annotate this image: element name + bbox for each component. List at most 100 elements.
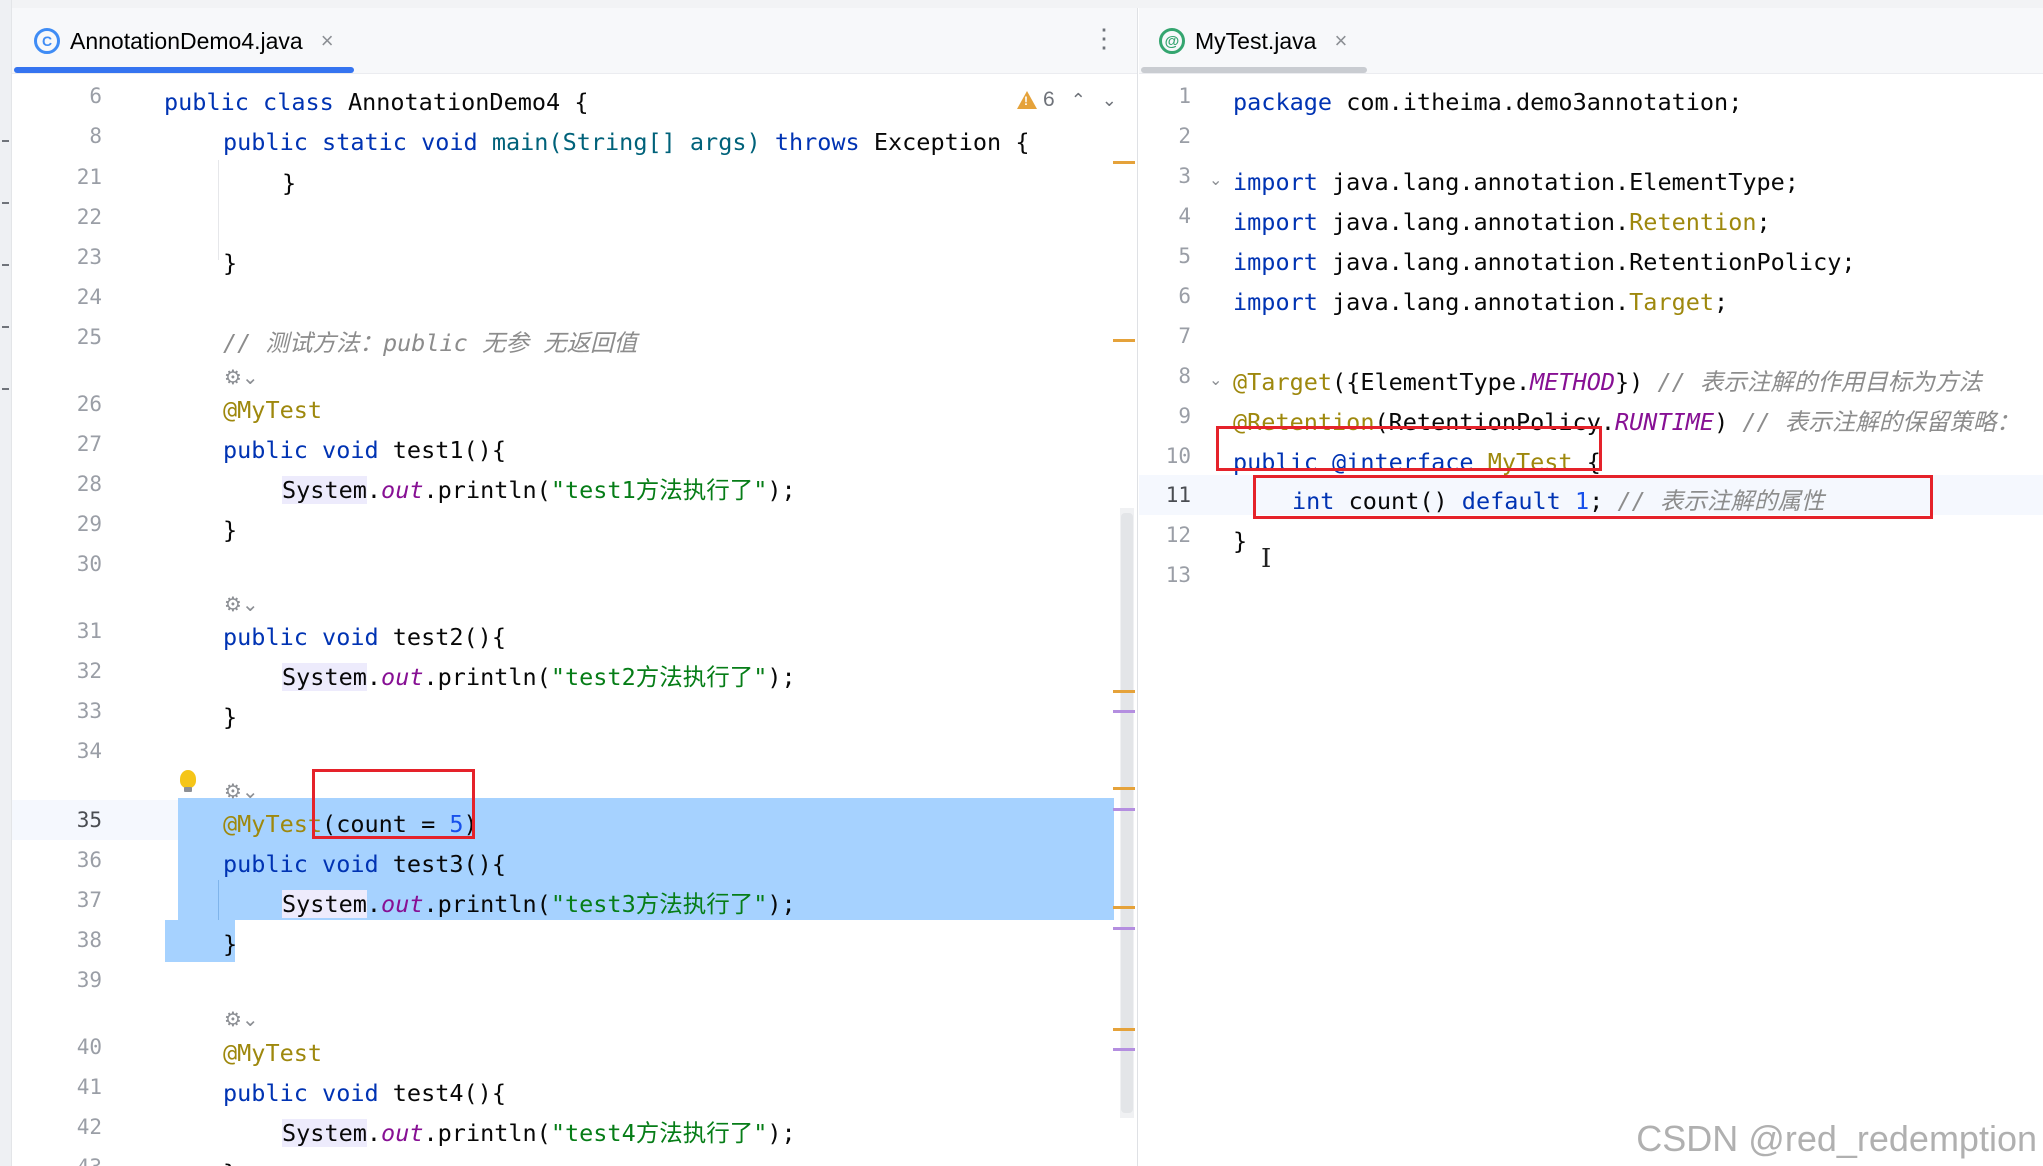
code-text: .println( — [423, 663, 551, 691]
run-test-icon[interactable]: ⚙⌄ — [224, 362, 259, 392]
code-text: ({ElementType. — [1332, 368, 1531, 396]
code-line: } — [1233, 527, 1248, 555]
code-method: main(String[] args) — [477, 128, 775, 156]
tab-label: AnnotationDemo4.java — [70, 27, 303, 54]
chevron-up-icon[interactable]: ⌃ — [1071, 90, 1086, 111]
line-number: 12 — [1165, 523, 1191, 547]
run-test-icon[interactable]: ⚙⌄ — [224, 1004, 259, 1034]
code-line: } — [223, 1153, 237, 1166]
code-field: out — [381, 476, 424, 504]
code-line: } — [223, 249, 238, 277]
code-line: public class AnnotationDemo4 { — [164, 82, 588, 122]
line-number: 21 — [76, 165, 102, 189]
code-keyword: public — [223, 850, 308, 878]
code-class: System — [282, 663, 367, 691]
code-text: Exception { — [859, 128, 1030, 156]
right-editor-pane: @ MyTest.java × 1 2 3 4 5 6 7 8 9 10 11 … — [1139, 8, 2043, 1166]
warning-marker[interactable] — [1113, 339, 1135, 342]
line-number: 3 — [1178, 164, 1191, 188]
code-line: public static void main(String[] args) t… — [223, 122, 1029, 162]
left-editor-pane: C AnnotationDemo4.java × ⋮ 6 ⌃ ⌄ 6 8 21 … — [12, 8, 1138, 1166]
project-tool-strip — [0, 0, 12, 1166]
code-text: ; — [1756, 208, 1771, 236]
code-string: "test2方法执行了" — [550, 663, 768, 691]
line-number: 10 — [1165, 444, 1191, 468]
code-class: System — [282, 476, 367, 504]
code-keyword: void — [322, 1079, 379, 1107]
line-number: 31 — [76, 619, 102, 643]
code-keyword: class — [263, 88, 334, 116]
tab-mytest[interactable]: @ MyTest.java × — [1159, 8, 1347, 74]
tab-label: MyTest.java — [1195, 27, 1317, 54]
line-number: 30 — [76, 552, 102, 576]
code-text: test4(){ — [378, 1079, 506, 1107]
line-number: 8 — [89, 124, 102, 148]
run-test-icon[interactable]: ⚙⌄ — [224, 589, 259, 619]
indent-guide — [218, 160, 219, 260]
tab-indicator — [1141, 67, 1367, 73]
warning-marker[interactable] — [1113, 690, 1135, 693]
code-field: RUNTIME — [1615, 408, 1715, 436]
usage-marker[interactable] — [1113, 1048, 1135, 1051]
code-keyword: void — [421, 128, 478, 156]
left-tab-bar: C AnnotationDemo4.java × ⋮ — [12, 8, 1137, 74]
code-text: . — [366, 1119, 382, 1147]
close-icon[interactable]: × — [1334, 28, 1347, 54]
code-annotation: Retention — [1629, 208, 1757, 236]
close-icon[interactable]: × — [321, 28, 334, 54]
code-text: java.lang.annotation. — [1317, 288, 1630, 316]
text-cursor-icon: I — [1261, 544, 1272, 574]
line-number: 29 — [76, 512, 102, 536]
code-line: } — [223, 703, 238, 731]
warning-icon — [1017, 91, 1037, 109]
code-keyword: static — [322, 128, 407, 156]
line-number: 24 — [76, 285, 102, 309]
code-line: System.out.println("test4方法执行了"); — [282, 1113, 796, 1153]
line-number: 28 — [76, 472, 102, 496]
usage-marker[interactable] — [1113, 710, 1135, 713]
line-number: 5 — [1178, 244, 1191, 268]
warning-marker[interactable] — [1113, 787, 1135, 790]
code-text: test3(){ — [378, 850, 506, 878]
tool-strip-tick — [2, 326, 9, 328]
code-annotation: @MyTest — [223, 396, 323, 424]
usage-marker[interactable] — [1113, 927, 1135, 930]
code-keyword: void — [322, 623, 379, 651]
warning-marker[interactable] — [1113, 161, 1135, 164]
code-string: "test1方法执行了" — [550, 476, 768, 504]
code-annotation: @MyTest — [223, 810, 323, 838]
code-text: java.lang.annotation.RetentionPolicy; — [1317, 248, 1856, 276]
run-test-icon[interactable]: ⚙⌄ — [224, 776, 259, 806]
fold-icon[interactable]: ⌄ — [1209, 370, 1222, 389]
lightbulb-icon[interactable] — [180, 770, 196, 792]
code-line: import java.lang.annotation.Retention; — [1233, 202, 1771, 242]
warning-marker[interactable] — [1113, 906, 1135, 909]
line-number: 36 — [76, 848, 102, 872]
more-options-icon[interactable]: ⋮ — [1091, 25, 1117, 51]
code-class: System — [282, 890, 367, 918]
code-class: System — [282, 1119, 367, 1147]
code-line: public void test4(){ — [223, 1073, 506, 1113]
code-text: test2(){ — [378, 623, 506, 651]
code-line: import java.lang.annotation.Target; — [1233, 282, 1728, 322]
code-text: ) — [1714, 408, 1743, 436]
code-line: public void test3(){ — [223, 844, 506, 884]
code-text: ); — [767, 663, 796, 691]
usage-marker[interactable] — [1113, 808, 1135, 811]
chevron-down-icon[interactable]: ⌄ — [1102, 90, 1117, 111]
code-comment: // 表示注解的作用目标为方法 — [1657, 368, 1982, 396]
code-keyword: public — [223, 1079, 308, 1107]
warning-marker[interactable] — [1113, 1028, 1135, 1031]
inspection-widget[interactable]: 6 ⌃ ⌄ — [1017, 88, 1117, 112]
watermark: CSDN @red_redemption — [1636, 1118, 2037, 1159]
tab-annotationdemo4[interactable]: C AnnotationDemo4.java × — [34, 8, 334, 74]
scrollbar-thumb[interactable] — [1121, 513, 1133, 1113]
line-number: 32 — [76, 659, 102, 683]
code-annotation: @Target — [1233, 368, 1333, 396]
line-number: 6 — [1178, 284, 1191, 308]
line-number: 23 — [76, 245, 102, 269]
line-number: 2 — [1178, 124, 1191, 148]
code-line: import java.lang.annotation.ElementType; — [1233, 162, 1799, 202]
fold-icon[interactable]: ⌄ — [1209, 170, 1222, 189]
code-text: ); — [767, 476, 796, 504]
